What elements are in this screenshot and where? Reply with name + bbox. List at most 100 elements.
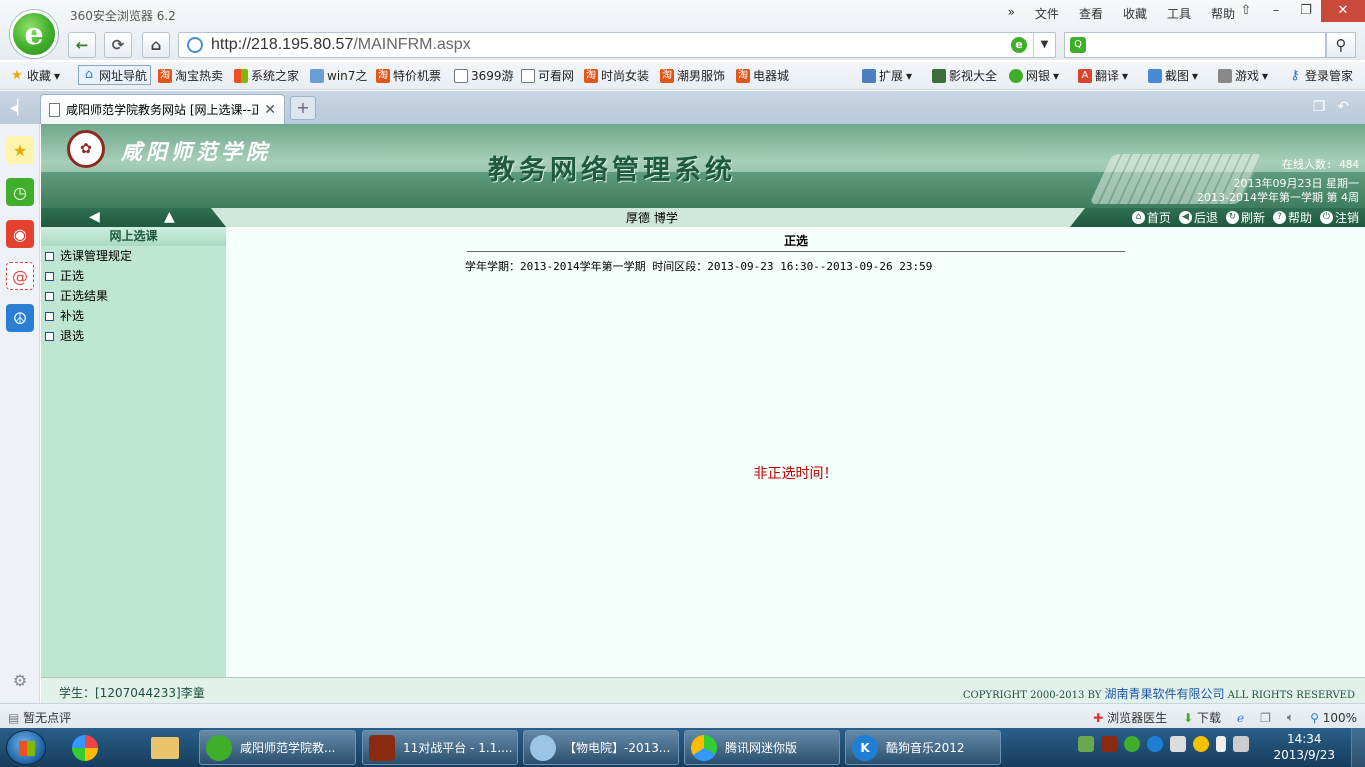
close-button[interactable]: ✕ (1321, 0, 1365, 22)
pinned-app-icon[interactable] (62, 731, 108, 764)
tray-game-icon[interactable] (1101, 736, 1117, 752)
tray-app-icon[interactable] (1078, 736, 1094, 752)
ext-game[interactable]: 游戏 ▾ (1218, 67, 1268, 84)
ie-mode-icon[interactable]: ℯ (1237, 711, 1244, 725)
download-icon: ⬇ (1183, 711, 1194, 725)
weibo-icon[interactable]: ◉ (6, 220, 34, 248)
ext-password[interactable]: ⚷ 登录管家 (1288, 67, 1353, 84)
copyright: COPYRIGHT 2000-2013 BY 湖南青果软件有限公司 ALL RI… (962, 687, 1355, 701)
tray-guard-icon[interactable] (1193, 736, 1209, 752)
menu-favorites[interactable]: 收藏 (1113, 5, 1157, 22)
task-browser[interactable]: 咸阳师范学院教... (199, 730, 356, 765)
refresh-link[interactable]: ↻ 刷新 (1225, 209, 1265, 226)
company-link[interactable]: 湖南青果软件有限公司 (1105, 687, 1225, 701)
menu-more[interactable]: » (998, 5, 1025, 22)
restore-button[interactable]: ❐ (1291, 0, 1321, 22)
grid-icon (862, 68, 876, 83)
page-icon (521, 68, 535, 83)
back-button[interactable]: ← (68, 32, 96, 58)
menu-item-rules[interactable]: 选课管理规定 (41, 246, 226, 266)
home-link[interactable]: ⌂ 首页 (1131, 209, 1171, 226)
battery-icon[interactable] (1216, 736, 1226, 752)
fav-collect[interactable]: ★ 收藏 ▾ (10, 67, 60, 84)
menu-tools[interactable]: 工具 (1157, 5, 1201, 22)
help-link[interactable]: ? 帮助 (1272, 209, 1312, 226)
fav-appliance[interactable]: 淘电器城 (736, 67, 789, 84)
ext-video[interactable]: 影视大全 (932, 67, 997, 84)
start-button[interactable] (6, 730, 46, 765)
settings-gear-icon[interactable]: ⚙ (6, 666, 34, 694)
ext-screenshot[interactable]: 截图 ▾ (1148, 67, 1198, 84)
browser-doctor[interactable]: ✚ 浏览器医生 (1093, 709, 1167, 726)
browser-logo-icon[interactable]: e (10, 10, 58, 58)
task-gaming[interactable]: 11对战平台 - 1.1.... (362, 730, 518, 765)
menu-item-selection-result[interactable]: 正选结果 (41, 286, 226, 306)
menu-item-withdraw[interactable]: 退选 (41, 326, 226, 346)
ext-translate[interactable]: A 翻译 ▾ (1078, 67, 1128, 84)
minimize-button[interactable]: – (1261, 0, 1291, 22)
download-manager[interactable]: ⬇ 下载 (1183, 709, 1221, 726)
fav-taobao[interactable]: 淘淘宝热卖 (158, 67, 223, 84)
search-input[interactable]: Q (1064, 32, 1326, 58)
undo-close-icon[interactable]: ↶ (1337, 99, 1349, 115)
ext-bank[interactable]: 网银 ▾ (1009, 67, 1059, 84)
fav-nav[interactable]: ⌂ 网址导航 (78, 65, 152, 85)
new-tab-button[interactable]: + (290, 96, 316, 120)
clock[interactable]: 14:34 2013/9/23 (1273, 731, 1335, 763)
fav-men[interactable]: 淘潮男服饰 (660, 67, 725, 84)
volume-icon[interactable] (1233, 736, 1249, 752)
frame-toggles: ◀ ▲ (41, 208, 226, 227)
menu-view[interactable]: 查看 (1069, 5, 1113, 22)
fav-women[interactable]: 淘时尚女装 (584, 67, 649, 84)
refresh-button[interactable]: ⟳ (104, 32, 132, 58)
window-icon[interactable]: ❐ (1260, 711, 1271, 725)
fav-xitong[interactable]: 系统之家 (234, 67, 299, 84)
show-desktop-button[interactable] (1351, 728, 1365, 767)
page-rating[interactable]: ▤ 暂无点评 (8, 709, 71, 726)
logout-link[interactable]: ⏻ 注销 (1319, 209, 1359, 226)
ext-extension[interactable]: 扩展 ▾ (862, 67, 912, 84)
history-clock-icon[interactable]: ◷ (6, 178, 34, 206)
app-icon[interactable]: ☮ (6, 304, 34, 332)
search-button[interactable]: ⚲ (1326, 32, 1356, 58)
window-list-icon[interactable]: ❐ (1313, 99, 1326, 115)
menu-item-supplement[interactable]: 补选 (41, 306, 226, 326)
gamepad-icon (1218, 68, 1232, 83)
tray-360-icon[interactable] (1124, 736, 1140, 752)
task-tencent[interactable]: 腾讯网迷你版 (684, 730, 840, 765)
zoom-control[interactable]: ⚲ 100% (1310, 711, 1357, 725)
tencent-icon (691, 734, 717, 761)
fav-3699[interactable]: 3699游 (454, 67, 514, 84)
explorer-folder-icon[interactable] (142, 731, 188, 764)
collapse-top-icon[interactable]: ▲ (164, 209, 175, 225)
menu-item-main-selection[interactable]: 正选 (41, 266, 226, 286)
tray-kugou-icon[interactable] (1147, 736, 1163, 752)
task-qq-group[interactable]: 【物电院】-2013... (523, 730, 679, 765)
tab-bar: ◂▏ 咸阳师范学院教务网站 [网上选课--正 ✕ + ❐ ↶ (0, 91, 1365, 124)
fav-kankan[interactable]: 可看网 (521, 67, 574, 84)
sidebar-toggle-icon[interactable]: ◂▏ (10, 100, 28, 116)
browser-titlebar: 360安全浏览器 6.2 » 文件 查看 收藏 工具 帮助 ⇧ – ❐ ✕ (0, 0, 1365, 30)
search-engine-icon[interactable]: Q (1070, 37, 1086, 53)
home-button[interactable]: ⌂ (142, 32, 170, 58)
fav-ticket[interactable]: 淘特价机票 (376, 67, 441, 84)
school-seal-icon: ✿ (67, 130, 105, 168)
favorites-star-icon[interactable]: ★ (6, 136, 34, 164)
chevron-down-icon[interactable]: ▼ (1033, 33, 1055, 57)
system-tray (1078, 736, 1249, 752)
mail-icon[interactable]: @ (6, 262, 34, 290)
tab-title: 咸阳师范学院教务网站 [网上选课--正 (66, 103, 259, 117)
tab-active[interactable]: 咸阳师范学院教务网站 [网上选课--正 ✕ (40, 94, 285, 124)
engine-switch-icon[interactable]: e (1011, 37, 1027, 53)
task-kugou[interactable]: K 酷狗音乐2012 (845, 730, 1001, 765)
collapse-left-icon[interactable]: ◀ (89, 209, 100, 225)
skin-icon[interactable]: ⇧ (1231, 0, 1261, 22)
volume-icon[interactable]: 🔈︎ (1287, 710, 1294, 725)
back-link[interactable]: ◀ 后退 (1178, 209, 1218, 226)
url-text: http://218.195.80.57/MAINFRM.aspx (211, 36, 471, 53)
fav-win7[interactable]: win7之 (310, 67, 367, 84)
menu-file[interactable]: 文件 (1025, 5, 1069, 22)
close-tab-icon[interactable]: ✕ (264, 102, 276, 118)
address-input[interactable]: http://218.195.80.57/MAINFRM.aspx e ▼ (178, 32, 1056, 58)
tray-network-icon[interactable] (1170, 736, 1186, 752)
